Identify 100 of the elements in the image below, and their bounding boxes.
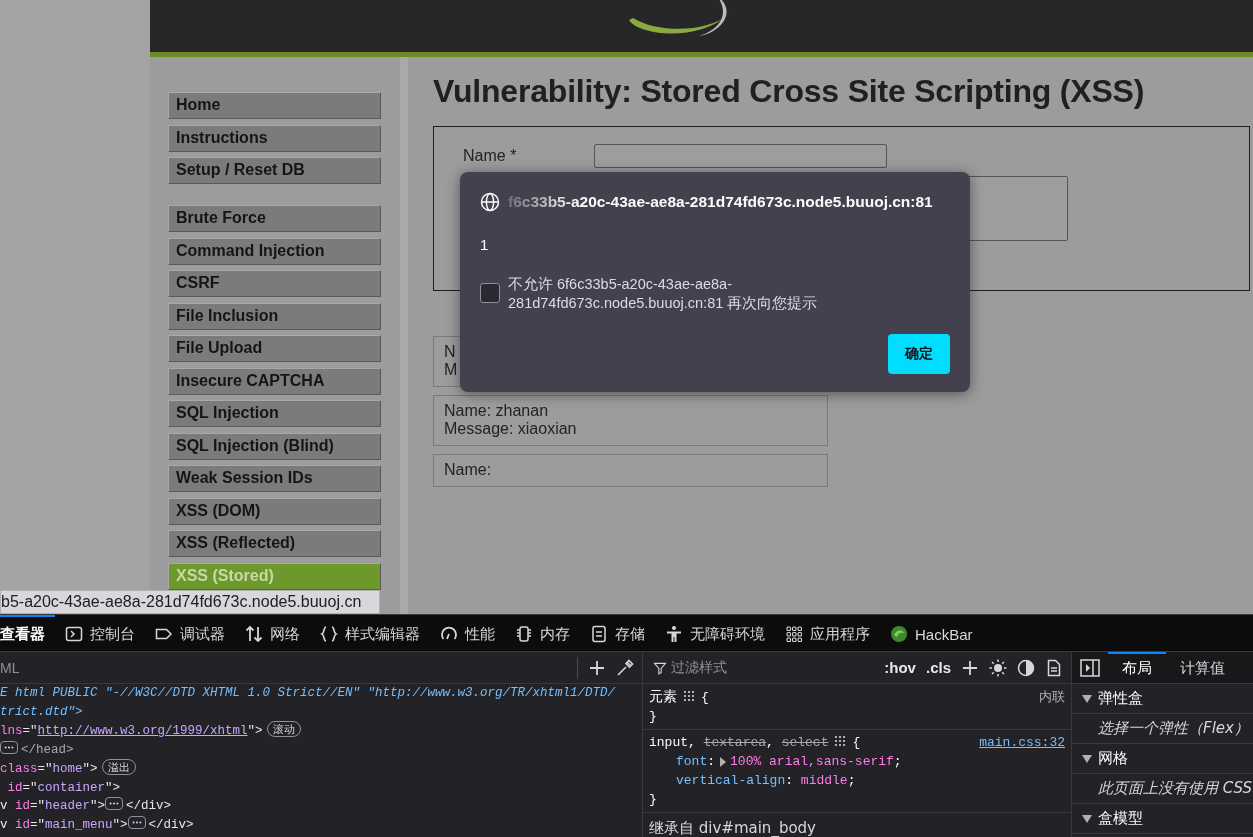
- sidebar-toggle-icon[interactable]: [1080, 659, 1100, 677]
- section-title[interactable]: 盒模型: [1098, 809, 1143, 828]
- menu-item[interactable]: Home: [168, 92, 381, 119]
- devtools-tab[interactable]: 样式编辑器: [310, 615, 430, 651]
- console-icon: [65, 625, 83, 643]
- menu-item[interactable]: SQL Injection (Blind): [168, 432, 381, 460]
- tag-name: v: [0, 799, 8, 813]
- close-brace: }: [649, 791, 657, 809]
- name-label: Name *: [463, 146, 518, 166]
- plus-icon[interactable]: [588, 658, 606, 677]
- menu-item[interactable]: SQL Injection: [168, 400, 381, 427]
- filter-field[interactable]: 过滤样式: [671, 658, 875, 677]
- hackbar-icon: [890, 625, 908, 643]
- devtools-tab[interactable]: 应用程序: [775, 615, 880, 651]
- eyedropper-icon[interactable]: [616, 658, 634, 677]
- menu-item[interactable]: Command Injection: [168, 237, 381, 265]
- menu-item[interactable]: Instructions: [168, 124, 381, 152]
- devtools-tab[interactable]: 查看器: [0, 615, 55, 651]
- source-link[interactable]: main.css:32: [979, 733, 1065, 752]
- semicolon: ;: [847, 772, 856, 790]
- menu-item[interactable]: Insecure CAPTCHA: [168, 367, 381, 395]
- devtools-tab[interactable]: 网络: [235, 615, 310, 651]
- open-brace: {: [701, 690, 709, 705]
- expand-triangle-icon[interactable]: [719, 756, 728, 767]
- markup-punctuation: ">: [82, 762, 98, 776]
- property-name: vertical-align: [676, 772, 786, 790]
- ellipsis-icon[interactable]: [127, 815, 146, 829]
- pseudo-toggle[interactable]: :hov: [884, 659, 916, 676]
- section-title[interactable]: 网格: [1098, 749, 1128, 768]
- doctype-text: E html PUBLIC "-//W3C//DTD XHTML 1.0 Strict//EN" "http://www.w3.org/TR/xhtml1/DTD/: [0, 686, 616, 700]
- ok-button[interactable]: 确定: [888, 334, 950, 374]
- source-label: 内联: [1039, 688, 1065, 706]
- menu-item[interactable]: XSS (Reflected): [168, 530, 381, 557]
- ellipsis-icon[interactable]: [0, 740, 18, 754]
- pseudo-toggle[interactable]: .cls: [925, 659, 951, 676]
- sidebar-tab[interactable]: 布局: [1108, 652, 1166, 683]
- disclosure-triangle-icon[interactable]: [1082, 814, 1092, 823]
- sun-icon[interactable]: [989, 658, 1007, 677]
- storage-icon: [590, 625, 608, 643]
- contrast-icon[interactable]: [1017, 658, 1035, 677]
- document-icon[interactable]: [1045, 658, 1063, 677]
- markup-punctuation: =": [22, 724, 38, 738]
- devtools-tab[interactable]: 无障碍环境: [655, 615, 775, 651]
- menu-item[interactable]: CSRF: [168, 270, 381, 297]
- markup-punctuation: ">: [247, 724, 263, 738]
- name-field[interactable]: [594, 144, 887, 168]
- section-note: 选择一个弹性（Flex）: [1098, 719, 1249, 737]
- closing-tag: </head>: [21, 742, 74, 757]
- attribute-link[interactable]: http://www.w3.org/1999/xhtml: [37, 724, 248, 738]
- attribute-value: main_menu: [45, 817, 113, 832]
- menu-item[interactable]: Weak Session IDs: [168, 465, 381, 492]
- grid-dots-icon[interactable]: [683, 690, 695, 702]
- attribute-name: id: [14, 799, 31, 813]
- section-note: 此页面上没有使用 CSS: [1098, 779, 1253, 797]
- open-brace: {: [852, 735, 861, 750]
- grid-dots-icon[interactable]: [834, 735, 847, 747]
- attribute-name: id: [14, 817, 31, 832]
- ellipsis-icon[interactable]: [105, 797, 124, 810]
- struck-selector: select: [781, 735, 829, 750]
- markup-punctuation: =": [22, 780, 38, 795]
- menu-item[interactable]: XSS (DOM): [168, 497, 381, 525]
- selector-text: ,: [688, 735, 697, 750]
- selector-text: input: [649, 735, 688, 750]
- devtools-tab[interactable]: 控制台: [55, 615, 145, 651]
- close-brace: }: [649, 708, 657, 726]
- menu-item[interactable]: Brute Force: [168, 205, 381, 232]
- checkbox-label: 不允许 6f6c33b5-a20c-43ae-ae8a-281d74fd673c.node5.buuoj.cn:81 再次向您提示: [508, 275, 819, 313]
- checkbox[interactable]: [480, 283, 500, 303]
- attribute-value: header: [45, 799, 91, 813]
- attribute-name: lns: [0, 724, 23, 738]
- accessibility-icon: [665, 625, 683, 643]
- site-host: f6c33b5-a20c-43ae-ae8a-281d74fd673c.node5.buuoj.cn:81: [508, 193, 933, 211]
- disclosure-triangle-icon[interactable]: [1082, 754, 1092, 763]
- doctype-text: trict.dtd">: [0, 704, 83, 719]
- sidebar-tab[interactable]: 计算值: [1166, 652, 1239, 683]
- attribute-value: home: [52, 762, 83, 776]
- search-field[interactable]: ML: [0, 659, 567, 676]
- markup-punctuation: ">: [105, 780, 121, 795]
- markup-punctuation: ">: [90, 799, 106, 813]
- menu-item[interactable]: File Upload: [168, 335, 381, 362]
- devtools-tab[interactable]: 调试器: [145, 615, 235, 651]
- page-title: Vulnerability: Stored Cross Site Scripting (XSS): [433, 73, 1146, 110]
- plus-icon[interactable]: [961, 658, 979, 677]
- markup-punctuation: ">: [112, 817, 128, 832]
- disclosure-triangle-icon[interactable]: [1082, 694, 1092, 703]
- devtools-tab[interactable]: 存储: [580, 615, 655, 651]
- attribute-name: id: [6, 780, 23, 795]
- devtools-tab[interactable]: 性能: [430, 615, 505, 651]
- alert-message: 1: [480, 236, 490, 253]
- application-icon: [785, 625, 803, 643]
- link-status-tooltip: b5-a20c-43ae-ae8a-281d74fd673c.node5.buuoj.cn: [0, 590, 380, 614]
- section-title[interactable]: 弹性盒: [1098, 689, 1143, 708]
- tag-name: v: [0, 817, 8, 832]
- menu-item[interactable]: File Inclusion: [168, 302, 381, 330]
- globe-icon: [480, 192, 500, 212]
- network-icon: [245, 625, 263, 643]
- menu-item[interactable]: Setup / Reset DB: [168, 157, 381, 184]
- attribute-value: container: [37, 780, 106, 795]
- devtools-tab[interactable]: 内存: [505, 615, 580, 651]
- devtools-tab[interactable]: HackBar: [880, 615, 983, 651]
